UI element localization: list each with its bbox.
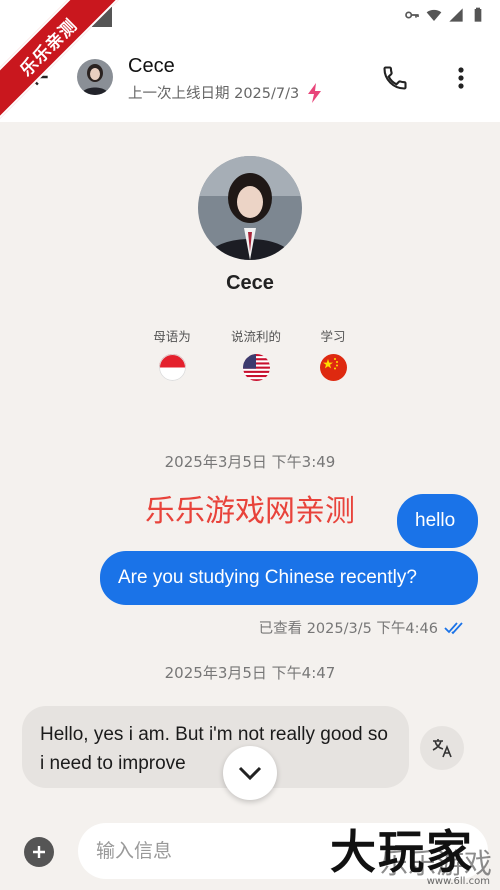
status-icons (404, 7, 486, 23)
signal-icon (449, 8, 463, 22)
incoming-message[interactable]: Hello, yes i am. But i'm not really good… (22, 706, 409, 788)
scroll-to-bottom-button[interactable] (223, 746, 277, 800)
outgoing-message[interactable]: Are you studying Chinese recently? (100, 551, 478, 605)
us-flag-icon (242, 354, 270, 381)
translate-icon (432, 739, 452, 758)
china-flag-icon (319, 354, 347, 381)
seen-receipt: 已查看 2025/3/5 下午4:46 (259, 617, 466, 638)
chat-header: Cece 上一次上线日期 2025/7/3 (0, 34, 500, 122)
more-vert-icon (458, 67, 464, 89)
learning-language: 学习 (293, 326, 373, 381)
translate-button[interactable] (420, 726, 464, 770)
last-online-text: 上一次上线日期 2025/7/3 (128, 86, 300, 102)
phone-icon (383, 66, 407, 90)
wifi-icon (426, 9, 442, 21)
header-avatar[interactable] (77, 59, 113, 95)
corner-watermark-big: 大玩家 (330, 825, 474, 879)
contact-name[interactable]: Cece (128, 55, 175, 78)
corner-watermark-url: www.6ll.com (426, 876, 490, 887)
last-online-status: 上一次上线日期 2025/7/3 (128, 82, 323, 103)
seen-text: 已查看 2025/3/5 下午4:46 (258, 621, 438, 637)
watermark-overlay-text: 乐乐游戏网亲测 (145, 494, 355, 529)
native-language: 母语为 (132, 326, 212, 381)
learning-language-label: 学习 (320, 329, 346, 344)
indonesia-flag-icon (158, 354, 186, 381)
date-separator: 2025年3月5日 下午3:49 (164, 453, 336, 471)
double-check-icon (444, 621, 463, 634)
chevron-down-icon (238, 766, 262, 781)
plus-icon (33, 846, 45, 858)
profile-avatar[interactable] (198, 156, 302, 260)
call-button[interactable] (378, 61, 412, 95)
fluent-language-label: 说流利的 (230, 329, 281, 344)
battery-icon (474, 7, 482, 22)
fluent-language: 说流利的 (216, 326, 296, 381)
outgoing-message[interactable]: hello (397, 494, 478, 548)
native-language-label: 母语为 (153, 329, 191, 344)
date-separator: 2025年3月5日 下午4:47 (164, 664, 336, 682)
key-icon (405, 11, 419, 19)
add-attachment-button[interactable] (24, 837, 54, 867)
more-options-button[interactable] (446, 61, 476, 95)
message-input[interactable] (96, 840, 336, 862)
profile-name: Cece (226, 272, 274, 294)
corner-watermark: 乐乐游戏 大玩家 www.6ll.com (328, 816, 500, 890)
lightning-icon (308, 82, 322, 103)
